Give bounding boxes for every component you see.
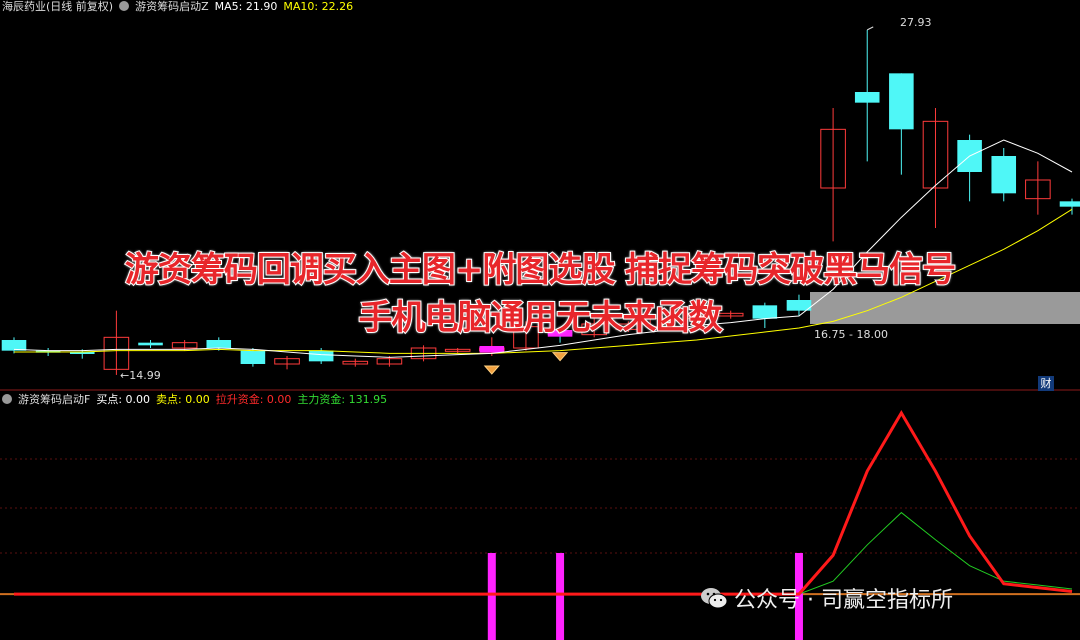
- gear-icon[interactable]: [2, 394, 12, 404]
- candle-body: [889, 73, 914, 130]
- buy-signal-diamond: [551, 352, 569, 362]
- ma5-readout: MA5: 21.90: [214, 0, 278, 13]
- lift-fund-line: [14, 409, 1073, 596]
- high-price-label: 27.93: [900, 16, 932, 29]
- gear-icon[interactable]: [119, 1, 130, 11]
- overlay-title-line2: 手机电脑通用无未来函数: [358, 297, 724, 339]
- candle-body: [206, 340, 232, 348]
- watermark: 公众号 · 司赢空指标所: [700, 582, 953, 614]
- watermark-text: 公众号 · 司赢空指标所: [734, 588, 953, 613]
- lift-readout: 拉升资金: 0.00: [215, 393, 292, 406]
- low-price-label: ←14.99: [120, 369, 161, 382]
- stock-name[interactable]: 海辰药业(日线 前复权): [2, 0, 113, 13]
- candle-body: [854, 92, 880, 103]
- wechat-icon: [700, 586, 728, 610]
- ma10-readout: MA10: 22.26: [283, 0, 354, 13]
- main-fund-readout: 主力资金: 131.95: [297, 393, 388, 406]
- overlay-title-line1: 游资筹码回调买入主图+附图选股 捕捉筹码突破黑马信号: [124, 249, 957, 291]
- candle-body: [1, 340, 27, 351]
- high-marker: [867, 26, 874, 31]
- sub-signal-bar: [556, 553, 565, 640]
- candle-body: [991, 156, 1017, 194]
- buy-readout: 买点: 0.00: [96, 393, 151, 406]
- indicator-name[interactable]: 游资筹码启动Z: [135, 0, 209, 13]
- cai-badge[interactable]: 财: [1038, 376, 1054, 391]
- candle-body: [240, 350, 266, 364]
- buy-signal-candle: [479, 346, 505, 353]
- sub-indicator-name[interactable]: 游资筹码启动F: [18, 393, 90, 406]
- buy-signal-diamond: [483, 365, 500, 375]
- sell-readout: 卖点: 0.00: [156, 393, 210, 406]
- candle-body: [1059, 201, 1080, 207]
- sub-chart-header: 游资筹码启动F 买点: 0.00 卖点: 0.00 拉升资金: 0.00 主力资金: 1…: [2, 393, 393, 407]
- candle-body: [138, 342, 163, 346]
- sub-signal-bar: [487, 553, 496, 640]
- main-chart-header: 海辰药业(日线 前复权) 游资筹码启动Z MA5: 21.90 MA10: 22.26: [2, 0, 359, 14]
- candle-body: [308, 350, 334, 362]
